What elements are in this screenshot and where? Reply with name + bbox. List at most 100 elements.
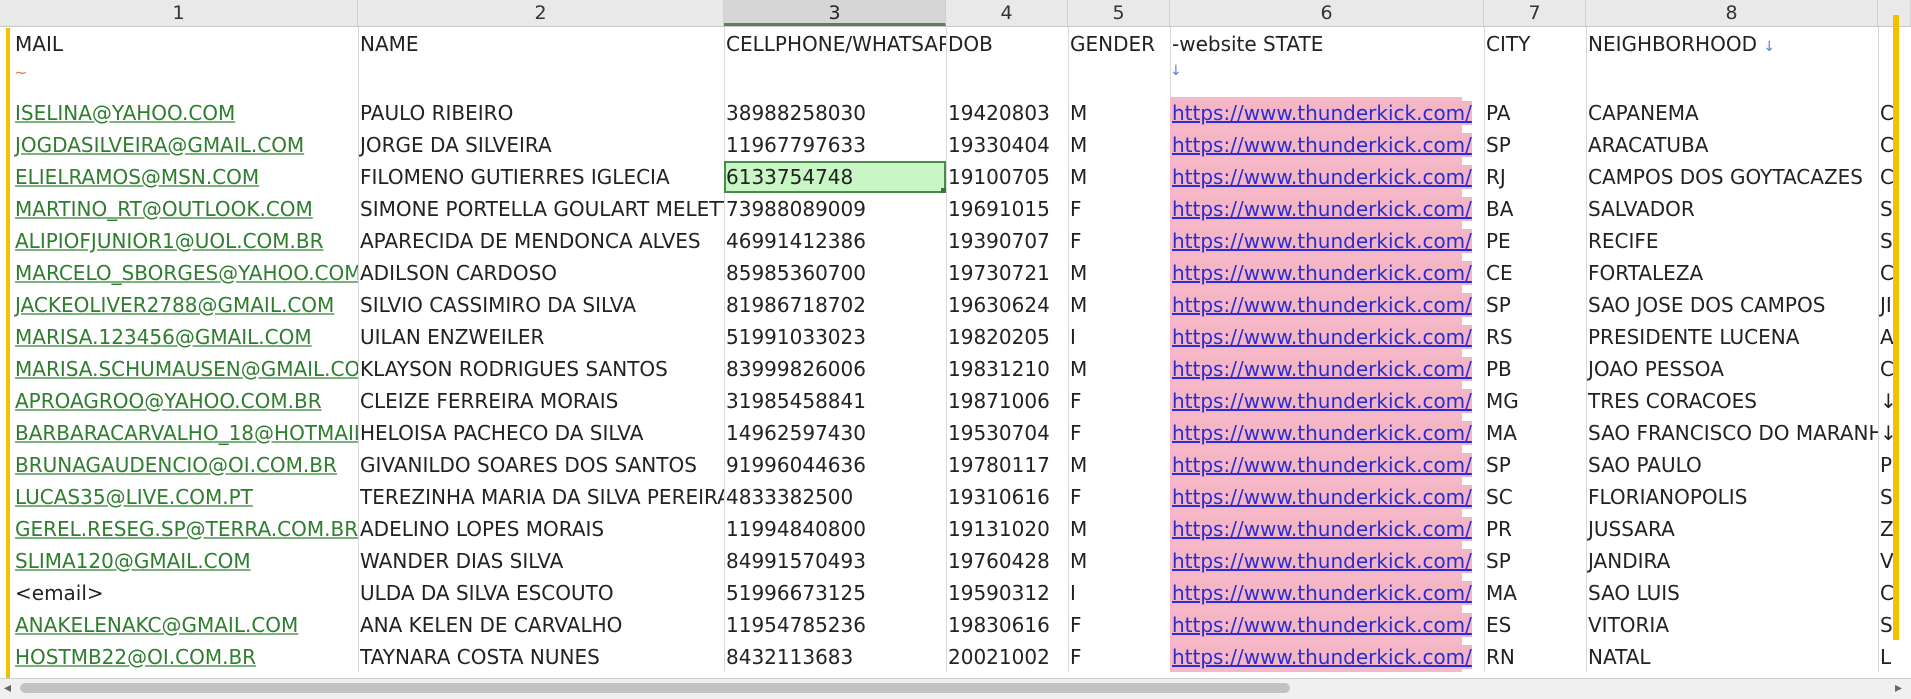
- cell-city[interactable]: NATAL: [1586, 641, 1878, 672]
- cell-mail[interactable]: MARISA.SCHUMAUSEN@GMAIL.COM: [13, 353, 358, 385]
- cell-gender[interactable]: F: [1068, 609, 1170, 641]
- header-mail[interactable]: MAIL: [13, 29, 358, 59]
- cell-mail[interactable]: MARCELO_SBORGES@YAHOO.COM: [13, 257, 358, 289]
- cell-mail[interactable]: ELIELRAMOS@MSN.COM: [13, 161, 358, 193]
- cell-state[interactable]: SP: [1484, 545, 1586, 577]
- email-link[interactable]: LUCAS35@LIVE.COM.PT: [15, 485, 253, 509]
- cell-state[interactable]: MG: [1484, 385, 1586, 417]
- cell-name[interactable]: SIMONE PORTELLA GOULART MELETT: [358, 193, 724, 225]
- cell-website[interactable]: https://www.thunderkick.com/: [1170, 289, 1484, 321]
- header-gender[interactable]: GENDER: [1068, 29, 1170, 59]
- column-header-4[interactable]: 4: [946, 0, 1068, 26]
- email-link[interactable]: APROAGROO@YAHOO.COM.BR: [15, 389, 322, 413]
- email-link[interactable]: ALIPIOFJUNIOR1@UOL.COM.BR: [15, 229, 324, 253]
- website-link[interactable]: https://www.thunderkick.com/: [1172, 453, 1472, 477]
- cell-city[interactable]: TRES CORACOES: [1586, 385, 1878, 417]
- cell-state[interactable]: SC: [1484, 481, 1586, 513]
- header-website-state[interactable]: -website STATE: [1170, 29, 1484, 59]
- cell-gender[interactable]: M: [1068, 353, 1170, 385]
- cell-name[interactable]: SILVIO CASSIMIRO DA SILVA: [358, 289, 724, 321]
- cell-website[interactable]: https://www.thunderkick.com/: [1170, 609, 1484, 641]
- website-link[interactable]: https://www.thunderkick.com/: [1172, 325, 1472, 349]
- website-link[interactable]: https://www.thunderkick.com/: [1172, 485, 1472, 509]
- cell-city[interactable]: SAO PAULO: [1586, 449, 1878, 481]
- cell-name[interactable]: TEREZINHA MARIA DA SILVA PEREIRA: [358, 481, 724, 513]
- cell-state[interactable]: MA: [1484, 577, 1586, 609]
- cell-website[interactable]: https://www.thunderkick.com/: [1170, 481, 1484, 513]
- header-dob[interactable]: DOB: [946, 29, 1068, 59]
- cell-phone[interactable]: 85985360700: [724, 257, 946, 289]
- cell-city[interactable]: CAPANEMA: [1586, 97, 1878, 129]
- cell-phone[interactable]: 46991412386: [724, 225, 946, 257]
- website-link[interactable]: https://www.thunderkick.com/: [1172, 389, 1472, 413]
- cell-dob[interactable]: 19820205: [946, 321, 1068, 353]
- cell-dob[interactable]: 19390707: [946, 225, 1068, 257]
- email-link[interactable]: BARBARACARVALHO_18@HOTMAIL: [15, 421, 358, 445]
- cell-name[interactable]: APARECIDA DE MENDONCA ALVES: [358, 225, 724, 257]
- cell-state[interactable]: RJ: [1484, 161, 1586, 193]
- cell-city[interactable]: FLORIANOPOLIS: [1586, 481, 1878, 513]
- cell-name[interactable]: CLEIZE FERREIRA MORAIS: [358, 385, 724, 417]
- website-link[interactable]: https://www.thunderkick.com/: [1172, 261, 1472, 285]
- cell-name[interactable]: KLAYSON RODRIGUES SANTOS: [358, 353, 724, 385]
- cell-name[interactable]: WANDER DIAS SILVA: [358, 545, 724, 577]
- cell-phone[interactable]: 4833382500: [724, 481, 946, 513]
- cell-mail[interactable]: <email>: [13, 577, 358, 609]
- email-link[interactable]: SLIMA120@GMAIL.COM: [15, 549, 251, 573]
- cell-website[interactable]: https://www.thunderkick.com/: [1170, 641, 1484, 672]
- cell-city[interactable]: SAO FRANCISCO DO MARANHAO: [1586, 417, 1878, 449]
- cell-city[interactable]: JANDIRA: [1586, 545, 1878, 577]
- sort-arrow-icon[interactable]: ↓: [1763, 39, 1775, 55]
- cell-state[interactable]: ES: [1484, 609, 1586, 641]
- cell-phone[interactable]: 11967797633: [724, 129, 946, 161]
- cell-state[interactable]: SP: [1484, 129, 1586, 161]
- cell-gender[interactable]: F: [1068, 481, 1170, 513]
- website-link[interactable]: https://www.thunderkick.com/: [1172, 549, 1472, 573]
- cell-state[interactable]: SP: [1484, 449, 1586, 481]
- cell-gender[interactable]: F: [1068, 417, 1170, 449]
- email-link[interactable]: JOGDASILVEIRA@GMAIL.COM: [15, 133, 304, 157]
- cell-gender[interactable]: M: [1068, 545, 1170, 577]
- cell-mail[interactable]: BARBARACARVALHO_18@HOTMAIL: [13, 417, 358, 449]
- cell-website[interactable]: https://www.thunderkick.com/: [1170, 129, 1484, 161]
- cell-gender[interactable]: M: [1068, 97, 1170, 129]
- email-link[interactable]: GEREL.RESEG.SP@TERRA.COM.BR: [15, 517, 358, 541]
- cell-mail[interactable]: GEREL.RESEG.SP@TERRA.COM.BR: [13, 513, 358, 545]
- cell-mail[interactable]: LUCAS35@LIVE.COM.PT: [13, 481, 358, 513]
- cell-state[interactable]: RN: [1484, 641, 1586, 672]
- website-link[interactable]: https://www.thunderkick.com/: [1172, 165, 1472, 189]
- cell-mail[interactable]: ISELINA@YAHOO.COM: [13, 97, 358, 129]
- cell-state[interactable]: PA: [1484, 97, 1586, 129]
- cell-website[interactable]: https://www.thunderkick.com/: [1170, 385, 1484, 417]
- cell-dob[interactable]: 19330404: [946, 129, 1068, 161]
- cell-dob[interactable]: 19871006: [946, 385, 1068, 417]
- cell-name[interactable]: HELOISA PACHECO DA SILVA: [358, 417, 724, 449]
- website-link[interactable]: https://www.thunderkick.com/: [1172, 645, 1472, 669]
- cell-city[interactable]: SAO JOSE DOS CAMPOS: [1586, 289, 1878, 321]
- cell-gender[interactable]: M: [1068, 129, 1170, 161]
- cell-name[interactable]: GIVANILDO SOARES DOS SANTOS: [358, 449, 724, 481]
- website-link[interactable]: https://www.thunderkick.com/: [1172, 613, 1472, 637]
- cell-gender[interactable]: F: [1068, 641, 1170, 672]
- website-link[interactable]: https://www.thunderkick.com/: [1172, 517, 1472, 541]
- cell-phone[interactable]: 51996673125: [724, 577, 946, 609]
- website-link[interactable]: https://www.thunderkick.com/: [1172, 581, 1472, 605]
- cell-mail[interactable]: MARTINO_RT@OUTLOOK.COM: [13, 193, 358, 225]
- cell-gender[interactable]: M: [1068, 161, 1170, 193]
- cell-gender[interactable]: M: [1068, 257, 1170, 289]
- column-header-2[interactable]: 2: [358, 0, 724, 26]
- cell-phone[interactable]: 83999826006: [724, 353, 946, 385]
- cell-phone[interactable]: 81986718702: [724, 289, 946, 321]
- cell-mail[interactable]: APROAGROO@YAHOO.COM.BR: [13, 385, 358, 417]
- email-link[interactable]: MARTINO_RT@OUTLOOK.COM: [15, 197, 313, 221]
- header-name[interactable]: NAME: [358, 29, 724, 59]
- cell-website[interactable]: https://www.thunderkick.com/: [1170, 321, 1484, 353]
- email-link[interactable]: ANAKELENAKC@GMAIL.COM: [15, 613, 298, 637]
- cell-dob[interactable]: 19310616: [946, 481, 1068, 513]
- cell-city[interactable]: VITORIA: [1586, 609, 1878, 641]
- cell-state[interactable]: RS: [1484, 321, 1586, 353]
- cell-website[interactable]: https://www.thunderkick.com/: [1170, 513, 1484, 545]
- cell-state[interactable]: BA: [1484, 193, 1586, 225]
- email-link[interactable]: MARISA.123456@GMAIL.COM: [15, 325, 312, 349]
- cell-city[interactable]: SALVADOR: [1586, 193, 1878, 225]
